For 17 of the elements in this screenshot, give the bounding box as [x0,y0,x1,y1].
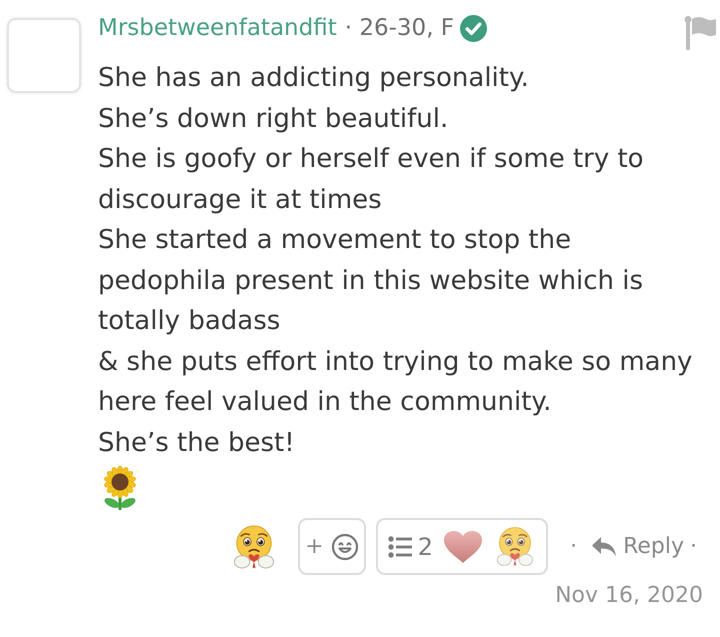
reply-button[interactable]: Reply [591,534,684,559]
separator-dot: · [690,534,697,559]
add-reaction-button[interactable]: + [298,518,366,575]
smiley-icon [330,532,358,560]
post-date: Nov 16, 2020 [554,583,704,608]
author-details: · 26-30, F [344,15,454,41]
reactions-button[interactable]: 2 [376,518,548,575]
heart-icon [443,530,484,564]
username-link[interactable]: Mrsbetweenfatandfit [98,15,337,41]
reply-icon [591,536,618,558]
separator-dot: · [570,534,578,559]
face-holding-heart-icon[interactable] [232,524,275,570]
avatar-image[interactable] [7,18,81,93]
face-holding-heart-icon [496,526,534,567]
post-text: She has an addicting personality. She’s down right beautiful. She is goofy or herself even if some try to discourage it at times She started a movement to stop the pedophila present in this website which is totally badass & she puts effort into trying to make so many here feel valued in the community. She’s the best! [98,62,694,460]
list-icon [388,536,412,558]
flag-icon[interactable] [684,16,716,50]
